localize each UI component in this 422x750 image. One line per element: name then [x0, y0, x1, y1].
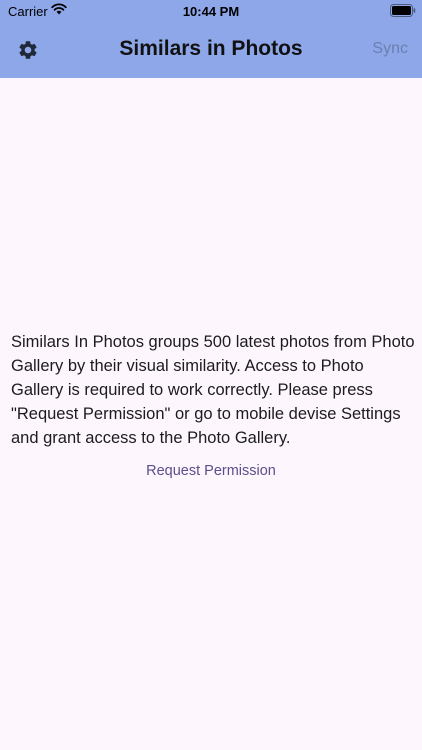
sync-button[interactable]: Sync: [372, 40, 408, 58]
page-title: Similars in Photos: [119, 37, 303, 60]
app-screen: Carrier 10:44 PM Similars in Photos Sync: [0, 0, 422, 750]
status-bar: Carrier 10:44 PM: [0, 0, 422, 24]
status-time: 10:44 PM: [182, 4, 240, 19]
permission-message: Similars In Photos groups 500 latest pho…: [11, 333, 415, 447]
request-permission-button[interactable]: Request Permission: [0, 463, 422, 479]
battery-icon: [390, 4, 416, 17]
app-bar: Similars in Photos Sync: [0, 24, 422, 78]
top-area: Carrier 10:44 PM Similars in Photos Sync: [0, 0, 422, 78]
main-content: Similars In Photos groups 500 latest pho…: [0, 78, 422, 750]
